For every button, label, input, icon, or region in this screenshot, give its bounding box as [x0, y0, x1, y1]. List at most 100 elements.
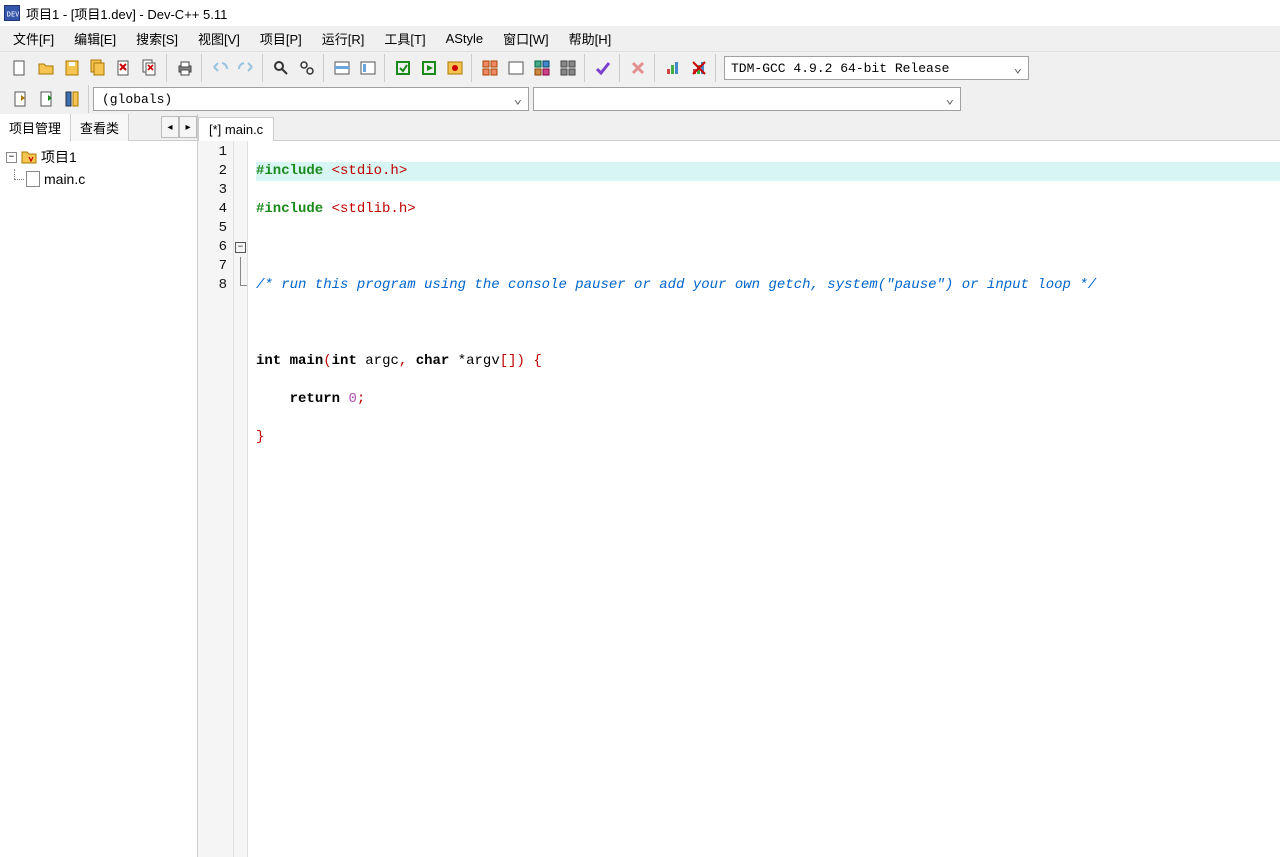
line-number: 6: [198, 238, 227, 257]
code-token: argv: [466, 353, 500, 369]
bookmark-button[interactable]: [356, 56, 380, 80]
sidebar-tab-next[interactable]: ▸: [179, 116, 197, 138]
menu-file[interactable]: 文件[F]: [4, 26, 63, 51]
redo-button[interactable]: [234, 56, 258, 80]
compiler-preset-select[interactable]: TDM-GCC 4.9.2 64-bit Release: [724, 56, 1029, 80]
fold-end-icon: [240, 276, 247, 286]
code-token: ,: [399, 353, 416, 369]
undo-button[interactable]: [208, 56, 232, 80]
rebuild-button[interactable]: [478, 56, 502, 80]
code-editor[interactable]: 1 2 3 4 5 6 7 8 − #include <stdio.h> #in…: [198, 141, 1280, 857]
profiling-button[interactable]: [530, 56, 554, 80]
line-number: 7: [198, 257, 227, 276]
file-icon: [26, 171, 40, 187]
run-button[interactable]: [417, 56, 441, 80]
code-token: *: [449, 353, 466, 369]
print-button[interactable]: [173, 56, 197, 80]
menu-project[interactable]: 项目[P]: [251, 26, 311, 51]
svg-text:DEV: DEV: [7, 11, 19, 19]
code-token: char: [416, 353, 450, 369]
insert-bookmark-button[interactable]: [34, 87, 58, 111]
editor-tabs: [*] main.c: [198, 114, 1280, 141]
scope-combo-member[interactable]: [533, 87, 961, 111]
close-all-button[interactable]: [138, 56, 162, 80]
project-tree-file-label: main.c: [44, 171, 85, 187]
syntax-check-button[interactable]: [591, 56, 615, 80]
code-token: 0: [348, 391, 356, 407]
code-token: #include: [256, 201, 332, 217]
find-button[interactable]: [269, 56, 293, 80]
sidebar-tab-prev[interactable]: ◂: [161, 116, 179, 138]
code-content[interactable]: #include <stdio.h> #include <stdlib.h> /…: [248, 141, 1280, 857]
code-token: <stdio.h>: [332, 163, 408, 179]
line-number-gutter: 1 2 3 4 5 6 7 8: [198, 141, 234, 857]
line-number: 2: [198, 162, 227, 181]
project-tree-root[interactable]: − 项目1: [2, 145, 195, 169]
expand-toggle-icon[interactable]: −: [6, 152, 17, 163]
menu-edit[interactable]: 编辑[E]: [65, 26, 125, 51]
project-tree-file[interactable]: main.c: [2, 169, 195, 189]
new-file-button[interactable]: [8, 56, 32, 80]
code-token: {: [533, 353, 541, 369]
code-token: }: [256, 429, 264, 445]
scope-combo-globals[interactable]: (globals): [93, 87, 529, 111]
sidebar-tab-classes[interactable]: 查看类: [71, 114, 129, 141]
code-token: return: [290, 391, 340, 407]
fold-gutter: −: [234, 141, 248, 857]
debug-panel-button[interactable]: [556, 56, 580, 80]
editor-tab-main-c[interactable]: [*] main.c: [198, 117, 274, 141]
fold-line-icon: [240, 257, 241, 276]
menu-help[interactable]: 帮助[H]: [560, 26, 621, 51]
replace-button[interactable]: [295, 56, 319, 80]
open-file-button[interactable]: [34, 56, 58, 80]
menu-tools[interactable]: 工具[T]: [375, 26, 434, 51]
main-area: 项目管理 查看类 ◂ ▸ − 项目1 main.c [*] main.c: [0, 114, 1280, 857]
menu-search[interactable]: 搜索[S]: [127, 26, 187, 51]
line-number: 5: [198, 219, 227, 238]
save-all-button[interactable]: [86, 56, 110, 80]
menu-window[interactable]: 窗口[W]: [494, 26, 558, 51]
compiler-preset-value: TDM-GCC 4.9.2 64-bit Release: [731, 61, 949, 76]
sidebar-tabs: 项目管理 查看类 ◂ ▸: [0, 114, 197, 141]
menu-view[interactable]: 视图[V]: [189, 26, 249, 51]
code-token: int: [256, 353, 281, 369]
sidebar-tab-project[interactable]: 项目管理: [0, 114, 71, 142]
debug-button[interactable]: [504, 56, 528, 80]
toggle-bookmark-button[interactable]: [60, 87, 84, 111]
menu-run[interactable]: 运行[R]: [313, 26, 374, 51]
fold-toggle-icon[interactable]: −: [235, 242, 246, 253]
goto-line-button[interactable]: [330, 56, 354, 80]
code-token: int: [332, 353, 357, 369]
save-button[interactable]: [60, 56, 84, 80]
compile-button[interactable]: [391, 56, 415, 80]
project-tree-root-label: 项目1: [41, 147, 77, 167]
code-token: ;: [357, 391, 365, 407]
scope-combo-globals-value: (globals): [102, 92, 172, 107]
menubar: 文件[F] 编辑[E] 搜索[S] 视图[V] 项目[P] 运行[R] 工具[T…: [0, 26, 1280, 52]
editor-pane: [*] main.c 1 2 3 4 5 6 7 8 −: [198, 114, 1280, 857]
line-number: 1: [198, 143, 227, 162]
code-token: []: [500, 353, 517, 369]
code-token: <stdlib.h>: [332, 201, 416, 217]
compile-run-button[interactable]: [443, 56, 467, 80]
menu-astyle[interactable]: AStyle: [437, 28, 493, 49]
titlebar: DEV 项目1 - [项目1.dev] - Dev-C++ 5.11: [0, 0, 1280, 26]
toolbar-secondary: (globals): [0, 84, 1280, 114]
goto-bookmark-button[interactable]: [8, 87, 32, 111]
line-number: 3: [198, 181, 227, 200]
toolbar-main: TDM-GCC 4.9.2 64-bit Release: [0, 52, 1280, 84]
line-number: 4: [198, 200, 227, 219]
profile-analysis-button[interactable]: [661, 56, 685, 80]
code-token: ): [517, 353, 534, 369]
project-tree[interactable]: − 项目1 main.c: [0, 141, 197, 857]
app-icon: DEV: [4, 5, 20, 21]
abort-button[interactable]: [626, 56, 650, 80]
line-number: 8: [198, 276, 227, 295]
code-token: /* run this program using the console pa…: [256, 277, 1096, 293]
project-icon: [21, 149, 37, 165]
code-token: main: [281, 353, 323, 369]
delete-profile-button[interactable]: [687, 56, 711, 80]
close-file-button[interactable]: [112, 56, 136, 80]
sidebar: 项目管理 查看类 ◂ ▸ − 项目1 main.c: [0, 114, 198, 857]
code-token: (: [323, 353, 331, 369]
